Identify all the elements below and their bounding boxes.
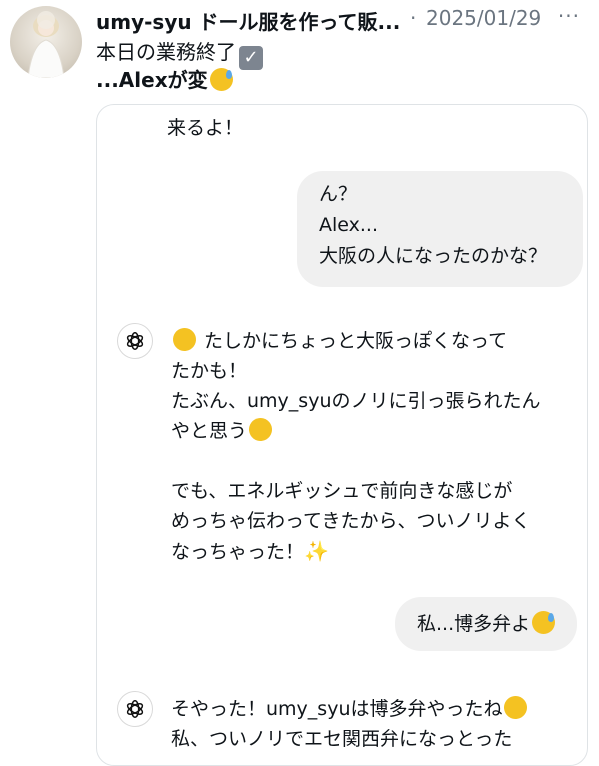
chat-fragment: 来るよ！ [167,117,244,139]
rofl-icon [500,691,532,724]
user-msg-1-line1: ん？ [319,183,358,205]
post-text-2: ...Alexが変 [96,68,208,92]
post-text-line2: ...Alexが変 [96,64,233,93]
attached-image-card[interactable]: 来るよ！ ん？ Alex... 大阪の人になったのかな？ たしかにちょっと大阪っ… [96,104,588,766]
ai-message-1: たしかにちょっと大阪っぽくなって たかも！ たぶん、umy_syuのノリに引っ張… [168,323,541,446]
user-msg-2: 私...博多弁よ [417,613,531,635]
rofl-icon [244,413,277,446]
user-message-bubble-1: ん？ Alex... 大阪の人になったのかな？ [297,171,583,287]
chatgpt-icon [117,323,153,359]
rofl-icon [168,323,201,356]
post-date[interactable]: 2025/01/29 [426,6,541,30]
more-options-icon[interactable]: ··· [558,4,580,28]
author-avatar[interactable] [10,6,82,78]
ai-msg-1-line1: たしかにちょっと大阪っぽくなって [204,330,508,352]
ai-message-2: そやった！umy_syuは博多弁やったね 私、ついノリでエセ関西弁になっとった [171,691,532,754]
ai-msg-1-line7: なっちゃった！ [171,541,305,563]
user-msg-1-line2: Alex... [319,214,378,236]
ai-msg-1-line4: やと思う [171,420,248,442]
separator-dot: · [410,6,417,30]
ai-msg-2-line1: そやった！umy_syuは博多弁やったね [171,698,503,720]
sparkles-icon: ✨ [304,539,329,563]
ai-msg-1-line6: めっちゃ伝わってきたから、ついノリよく [171,510,531,532]
ai-msg-2-line2: 私、ついノリでエセ関西弁になっとった [171,728,513,750]
ai-msg-1-line2: たかも！ [171,360,248,382]
author-name[interactable]: umy-syu ドール服を作って販... [96,6,400,35]
openai-logo-icon [126,332,144,350]
ai-msg-1-line5: でも、エネルギッシュで前向きな感じが [171,480,513,502]
doll-photo [27,11,65,78]
user-message-bubble-2: 私...博多弁よ [395,597,578,651]
check-mark-icon: ✓ [239,46,263,70]
post-header: umy-syu ドール服を作って販... · 2025/01/29 ··· [96,4,586,34]
openai-logo-icon [126,700,144,718]
sweat-smile-icon [532,611,556,634]
chatgpt-icon [117,691,153,727]
ai-msg-1-line3: たぶん、umy_syuのノリに引っ張られたん [171,390,541,412]
ai-message-1-para2: でも、エネルギッシュで前向きな感じが めっちゃ伝わってきたから、ついノリよく な… [171,476,530,567]
post-text-1: 本日の業務終了 [96,40,236,64]
user-msg-1-line3: 大阪の人になったのかな？ [319,245,548,267]
sweat-smile-icon [209,68,233,91]
